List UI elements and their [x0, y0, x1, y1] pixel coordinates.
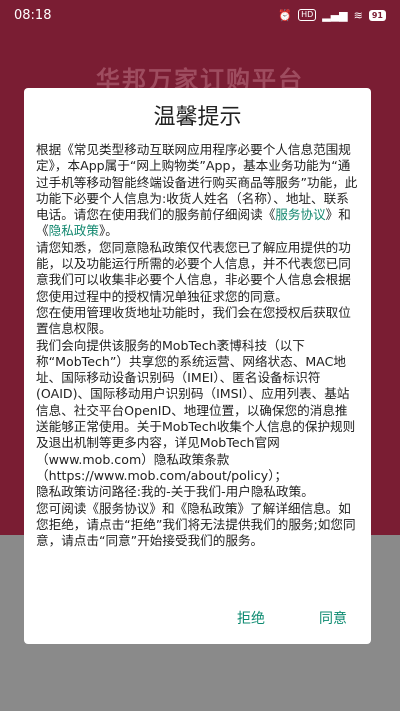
privacy-policy-link[interactable]: 隐私政策 — [49, 223, 99, 238]
paragraph-2: 请您知悉，您同意隐私政策仅代表您已了解应用提供的功能，以及功能运行所需的必要个人… — [36, 239, 351, 304]
hd-icon: HD — [298, 9, 317, 21]
service-agreement-link[interactable]: 服务协议 — [275, 207, 325, 222]
dialog-actions: 拒绝 同意 — [233, 604, 351, 632]
paragraph-6: 您可阅读《服务协议》和《隐私政策》了解详细信息。如您拒绝，请点击“拒绝”我们将无… — [36, 500, 356, 549]
paragraph-3: 您在使用管理收货地址功能时，我们会在您授权后获取位置信息权限。 — [36, 304, 351, 337]
paragraph-1-end: 》。 — [98, 223, 118, 239]
status-bar: 08:18 ⏰ HD ▂▄▆ ≋ 91 — [0, 0, 400, 30]
paragraph-1: 根据《常见类型移动互联网应用程序必要个人信息范围规定》，本App属于“网上购物类… — [36, 142, 359, 240]
signal-icon: ▂▄▆ — [322, 8, 348, 22]
status-icons: ⏰ HD ▂▄▆ ≋ 91 — [278, 9, 386, 22]
wifi-icon: ≋ — [353, 8, 363, 22]
battery-icon: 91 — [368, 9, 386, 21]
paragraph-4: 我们会向提供该服务的MobTech袤博科技（以下称“MobTech”）共享您的系… — [36, 337, 356, 483]
reject-button[interactable]: 拒绝 — [233, 604, 269, 632]
privacy-dialog: 温馨提示 根据《常见类型移动互联网应用程序必要个人信息范围规定》，本App属于“… — [24, 88, 371, 644]
agree-button[interactable]: 同意 — [315, 604, 351, 632]
status-time: 08:18 — [14, 7, 52, 23]
dialog-body: 根据《常见类型移动互联网应用程序必要个人信息范围规定》，本App属于“网上购物类… — [36, 142, 359, 549]
paragraph-5: 隐私政策访问路径:我的-关于我们-用户隐私政策。 — [36, 484, 314, 500]
alarm-icon: ⏰ — [278, 8, 293, 22]
dialog-title: 温馨提示 — [153, 105, 242, 130]
